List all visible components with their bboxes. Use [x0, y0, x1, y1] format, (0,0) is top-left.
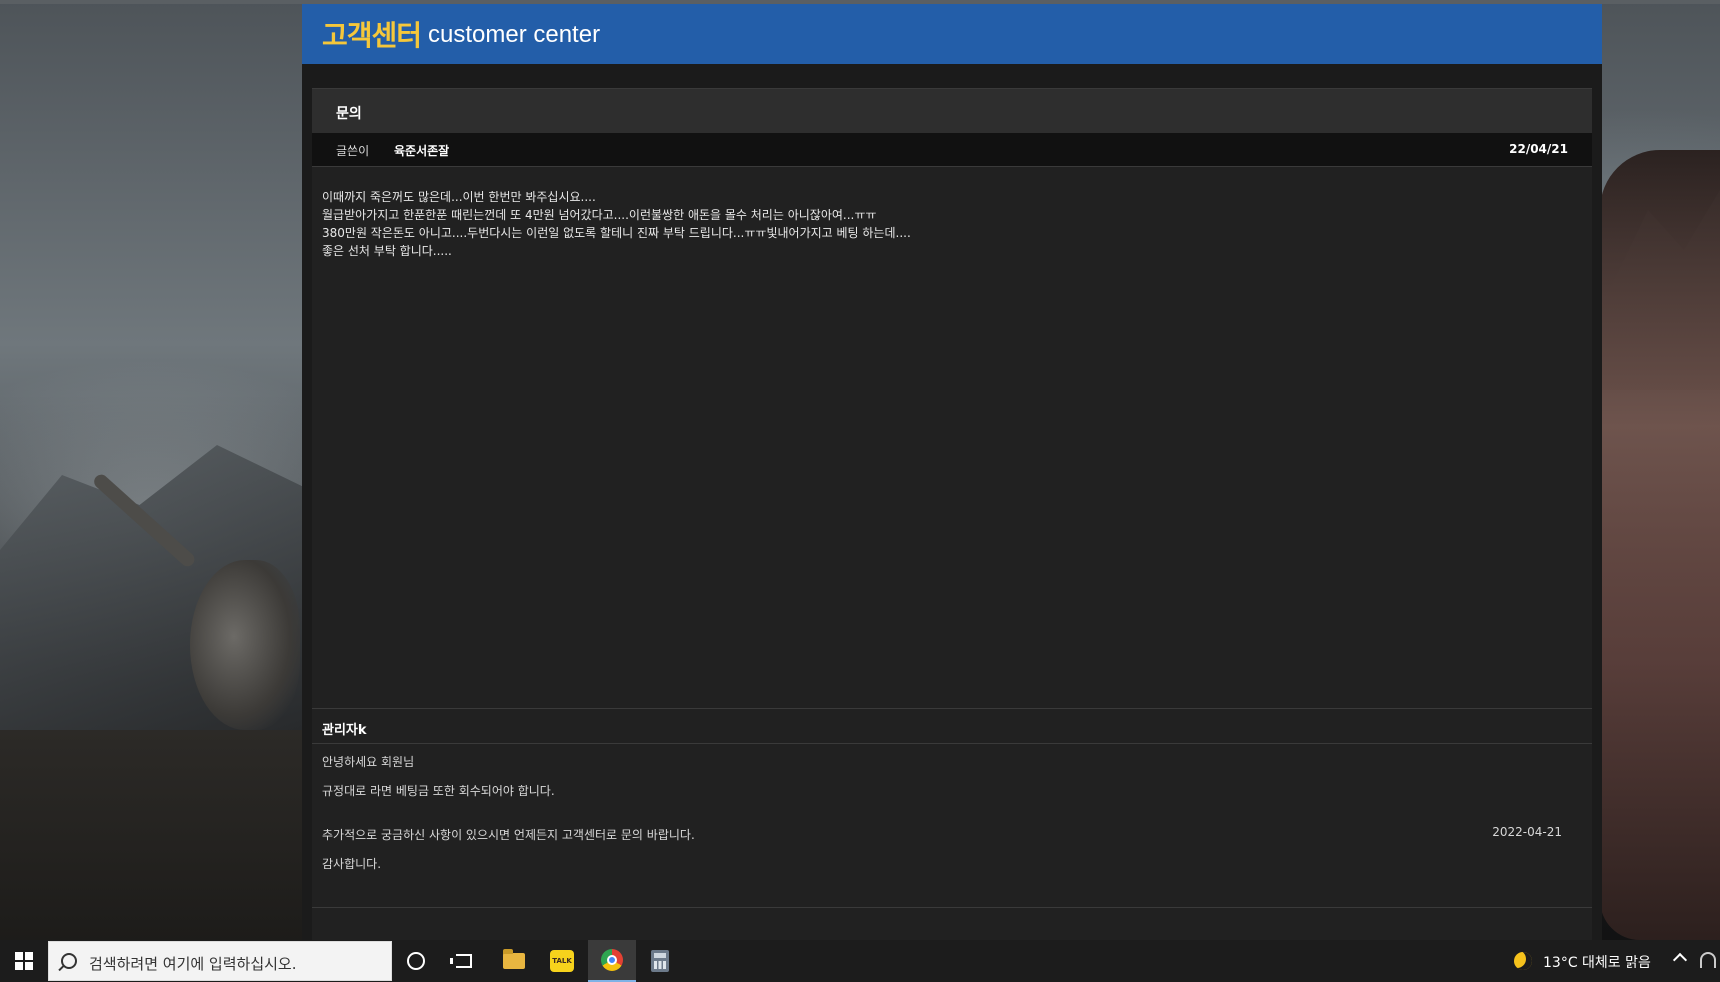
- post-line: 좋은 선처 부탁 합니다.....: [322, 244, 452, 258]
- kakaotalk-button[interactable]: TALK: [538, 940, 586, 982]
- file-explorer-button[interactable]: [490, 940, 538, 982]
- header-title-korean[interactable]: 고객센터: [322, 14, 422, 54]
- reply-line: 추가적으로 궁금하신 사항이 있으시면 언제든지 고객센터로 문의 바랍니다.: [322, 828, 695, 842]
- reply-line: 안녕하세요 회원님: [322, 755, 415, 769]
- weather-icon[interactable]: [1514, 952, 1532, 970]
- post-author: 육준서존잘: [394, 144, 450, 158]
- post-body: 이때까지 죽은꺼도 많은데...이번 한번만 봐주십시요.... 월급받아가지고…: [322, 188, 1572, 260]
- network-icon[interactable]: [1700, 952, 1716, 968]
- cortana-button[interactable]: [392, 940, 440, 982]
- post-line: 380만원 작은돈도 아니고....두번다시는 이런일 없도록 할테니 진짜 부…: [322, 226, 911, 240]
- weather-status[interactable]: 13°C 대체로 맑음: [1543, 952, 1651, 972]
- background-ground-left: [0, 730, 310, 970]
- post-line: 월급받아가지고 한푼한푼 때린는껀데 또 4만원 넘어갔다고....이런불쌍한 …: [322, 208, 877, 222]
- reply-author: 관리자k: [322, 723, 367, 738]
- reply-date: 2022-04-21: [1492, 825, 1562, 839]
- background-cat: [190, 560, 300, 730]
- chrome-button[interactable]: [588, 940, 636, 982]
- site-header: 고객센터 customer center: [302, 4, 1602, 64]
- search-placeholder: 검색하려면 여기에 입력하십시오.: [89, 955, 297, 973]
- windows-start-icon: [15, 952, 33, 970]
- board-title: 문의: [336, 106, 362, 122]
- file-explorer-icon: [503, 949, 525, 969]
- kakaotalk-icon: TALK: [550, 950, 574, 972]
- admin-reply: 관리자k 안녕하세요 회원님 규정대로 라면 베팅금 또한 회수되어야 합니다.…: [312, 708, 1592, 908]
- cortana-icon: [407, 952, 425, 970]
- task-view-icon: [450, 954, 472, 968]
- search-icon: [61, 953, 77, 969]
- post-meta-bar: 글쓴이 육준서존잘 22/04/21: [312, 133, 1592, 167]
- calculator-button[interactable]: [636, 940, 684, 982]
- background-figure-right: [1600, 150, 1720, 940]
- author-label: 글쓴이: [336, 144, 370, 158]
- post-line: 이때까지 죽은꺼도 많은데...이번 한번만 봐주십시요....: [322, 190, 596, 204]
- chevron-up-icon[interactable]: [1672, 952, 1688, 968]
- board-title-bar: 문의: [312, 88, 1592, 134]
- task-view-button[interactable]: [440, 940, 488, 982]
- taskbar-search-input[interactable]: 검색하려면 여기에 입력하십시오.: [48, 941, 392, 981]
- windows-taskbar: 검색하려면 여기에 입력하십시오. TALK 13°C 대체로 맑음: [0, 940, 1720, 982]
- reply-line: 감사합니다.: [322, 857, 382, 871]
- reply-line: 규정대로 라면 베팅금 또한 회수되어야 합니다.: [322, 784, 555, 798]
- page-container: 고객센터 customer center 문의 글쓴이 육준서존잘 22/04/…: [302, 4, 1602, 940]
- start-button[interactable]: [0, 940, 48, 982]
- inquiry-board: 문의 글쓴이 육준서존잘 22/04/21 이때까지 죽은꺼도 많은데...이번…: [312, 88, 1592, 940]
- header-title-english: customer center: [428, 21, 601, 48]
- calculator-icon: [651, 950, 669, 972]
- reply-divider: [312, 743, 1592, 744]
- chrome-icon: [601, 949, 623, 971]
- post-date: 22/04/21: [1509, 142, 1568, 156]
